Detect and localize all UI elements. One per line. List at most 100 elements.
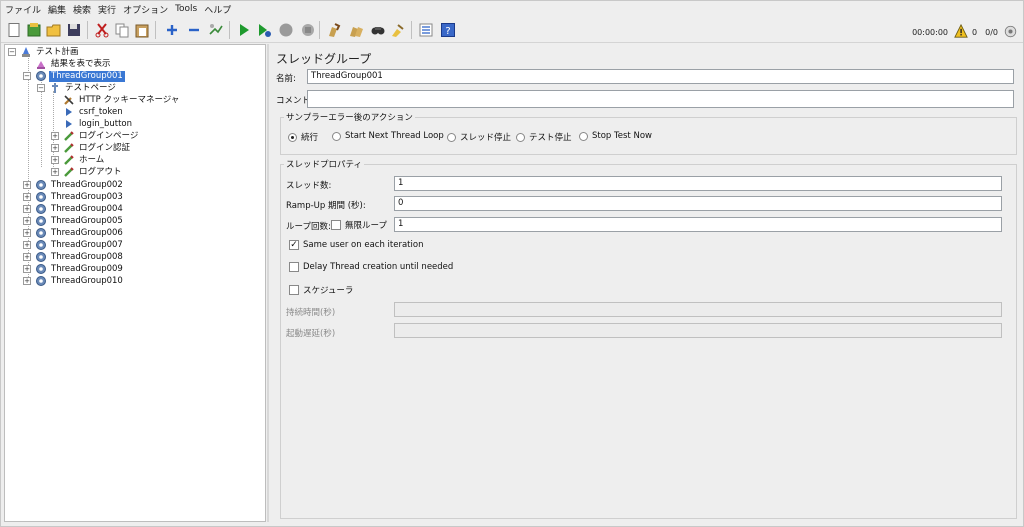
reset-search-icon[interactable] (389, 21, 406, 38)
action-stop-test-now-radio[interactable]: Stop Test Now (579, 131, 652, 141)
thread-group-icon (35, 191, 47, 203)
expand-toggle[interactable]: + (51, 132, 59, 140)
warning-icon[interactable] (954, 23, 968, 40)
tree-node-label: ThreadGroup008 (51, 251, 123, 262)
tree-node-login-page[interactable]: ログインページ (63, 130, 140, 142)
tree-node-threadgroup009[interactable]: ThreadGroup009 (35, 263, 125, 275)
tree-node-threadgroup001[interactable]: ThreadGroup001 (35, 70, 125, 82)
tree-node-label: テスト計画 (36, 46, 79, 57)
name-field[interactable]: ThreadGroup001 (307, 69, 1014, 84)
tree-node-threadgroup003[interactable]: ThreadGroup003 (35, 191, 125, 203)
menu-search[interactable]: 検索 (73, 3, 91, 16)
same-user-checkbox[interactable]: ✓ Same user on each iteration (289, 240, 423, 250)
expand-toggle[interactable]: + (23, 253, 31, 261)
app-window: ファイル 編集 検索 実行 オプション Tools ヘルプ ? 00:00:00… (0, 0, 1024, 527)
comment-field[interactable] (307, 90, 1014, 108)
tree-node-logout[interactable]: ログアウト (63, 166, 124, 178)
stop-icon[interactable] (277, 21, 294, 38)
svg-text:?: ? (445, 26, 450, 37)
action-stop-thread-radio[interactable]: スレッド停止 (447, 131, 511, 143)
extractor-icon (63, 118, 75, 130)
tree-node-home[interactable]: ホーム (63, 154, 106, 166)
expand-toggle[interactable]: + (23, 205, 31, 213)
shutdown-icon[interactable] (299, 21, 316, 38)
collapse-toggle[interactable]: − (8, 48, 16, 56)
tree-node-csrf-token[interactable]: csrf_token (63, 106, 125, 118)
expand-toggle[interactable]: + (23, 217, 31, 225)
menu-options[interactable]: オプション (123, 3, 168, 16)
tree-node-threadgroup008[interactable]: ThreadGroup008 (35, 251, 125, 263)
tree-node-login-auth[interactable]: ログイン認証 (63, 142, 132, 154)
expand-toggle[interactable]: + (23, 265, 31, 273)
tree-node-threadgroup002[interactable]: ThreadGroup002 (35, 179, 125, 191)
collapse-toggle[interactable]: − (37, 84, 45, 92)
copy-icon[interactable] (113, 21, 130, 38)
tree-node-threadgroup010[interactable]: ThreadGroup010 (35, 275, 125, 287)
search-icon[interactable] (369, 21, 386, 38)
clear-all-icon[interactable] (347, 21, 364, 38)
expand-toggle[interactable]: + (23, 241, 31, 249)
tree-node-label: ThreadGroup006 (51, 227, 123, 238)
tree-node-test-page[interactable]: テストページ (49, 82, 118, 94)
expand-toggle[interactable]: + (23, 229, 31, 237)
remote-status-icon[interactable] (1004, 25, 1017, 40)
tree-node-test-plan[interactable]: テスト計画 (20, 46, 81, 58)
tree-node-threadgroup006[interactable]: ThreadGroup006 (35, 227, 125, 239)
expand-toggle[interactable]: + (23, 181, 31, 189)
action-stop-test-radio[interactable]: テスト停止 (516, 131, 572, 143)
loop-count-input[interactable]: 1 (394, 217, 1002, 232)
tree-node-threadgroup004[interactable]: ThreadGroup004 (35, 203, 125, 215)
collapse-toggle[interactable]: − (23, 72, 31, 80)
clear-icon[interactable] (325, 21, 342, 38)
tree-node-cookie-manager[interactable]: HTTP クッキーマネージャ (63, 94, 181, 106)
delay-thread-creation-checkbox[interactable]: Delay Thread creation until needed (289, 262, 453, 272)
menu-help[interactable]: ヘルプ (204, 3, 231, 16)
cut-icon[interactable] (93, 21, 110, 38)
tree-node-threadgroup007[interactable]: ThreadGroup007 (35, 239, 125, 251)
threads-input[interactable]: 1 (394, 176, 1002, 191)
menu-edit[interactable]: 編集 (48, 3, 66, 16)
menu-tools[interactable]: Tools (175, 4, 197, 14)
tree-node-label: ログインページ (79, 130, 139, 141)
start-icon[interactable] (235, 21, 252, 38)
sampler-pen-icon (63, 130, 75, 142)
duration-input (394, 302, 1002, 317)
expand-toggle[interactable]: + (23, 277, 31, 285)
menu-run[interactable]: 実行 (98, 3, 116, 16)
expand-toggle[interactable]: + (23, 193, 31, 201)
tree-node-label: ThreadGroup009 (51, 263, 123, 274)
warning-count: 0 (972, 27, 978, 37)
thread-group-icon (35, 70, 47, 82)
test-plan-tree[interactable]: − テスト計画 結果を表で表示 − ThreadGroup001 − テストペー… (4, 44, 266, 522)
expand-all-icon[interactable] (163, 21, 180, 38)
tree-node-threadgroup005[interactable]: ThreadGroup005 (35, 215, 125, 227)
expand-toggle[interactable]: + (51, 144, 59, 152)
save-icon[interactable] (65, 21, 82, 38)
action-continue-radio[interactable]: 続行 (288, 131, 318, 143)
start-no-pauses-icon[interactable] (255, 21, 272, 38)
templates-icon[interactable] (25, 21, 42, 38)
new-icon[interactable] (5, 21, 22, 38)
paste-icon[interactable] (133, 21, 150, 38)
split-pane-divider[interactable] (267, 44, 269, 522)
rampup-input[interactable]: 0 (394, 196, 1002, 211)
tree-node-label: ThreadGroup010 (51, 275, 123, 286)
tree-node-login-button[interactable]: login_button (63, 118, 134, 130)
config-wrench-icon (63, 94, 75, 106)
toggle-icon[interactable] (207, 21, 224, 38)
menu-file[interactable]: ファイル (5, 3, 41, 16)
action-start-next-loop-radio[interactable]: Start Next Thread Loop (332, 131, 444, 141)
expand-toggle[interactable]: + (51, 168, 59, 176)
infinite-loop-checkbox[interactable]: 無限ループ (331, 219, 387, 231)
help-icon[interactable]: ? (439, 21, 456, 38)
controller-icon (49, 82, 61, 94)
open-icon[interactable] (45, 21, 62, 38)
expand-toggle[interactable]: + (51, 156, 59, 164)
function-helper-icon[interactable] (417, 21, 434, 38)
sampler-pen-icon (63, 166, 75, 178)
tree-node-label: ThreadGroup007 (51, 239, 123, 250)
tree-node-results-table[interactable]: 結果を表で表示 (35, 58, 113, 70)
collapse-all-icon[interactable] (185, 21, 202, 38)
scheduler-checkbox[interactable]: スケジューラ (289, 284, 353, 296)
active-threads: 0/0 (985, 27, 998, 37)
